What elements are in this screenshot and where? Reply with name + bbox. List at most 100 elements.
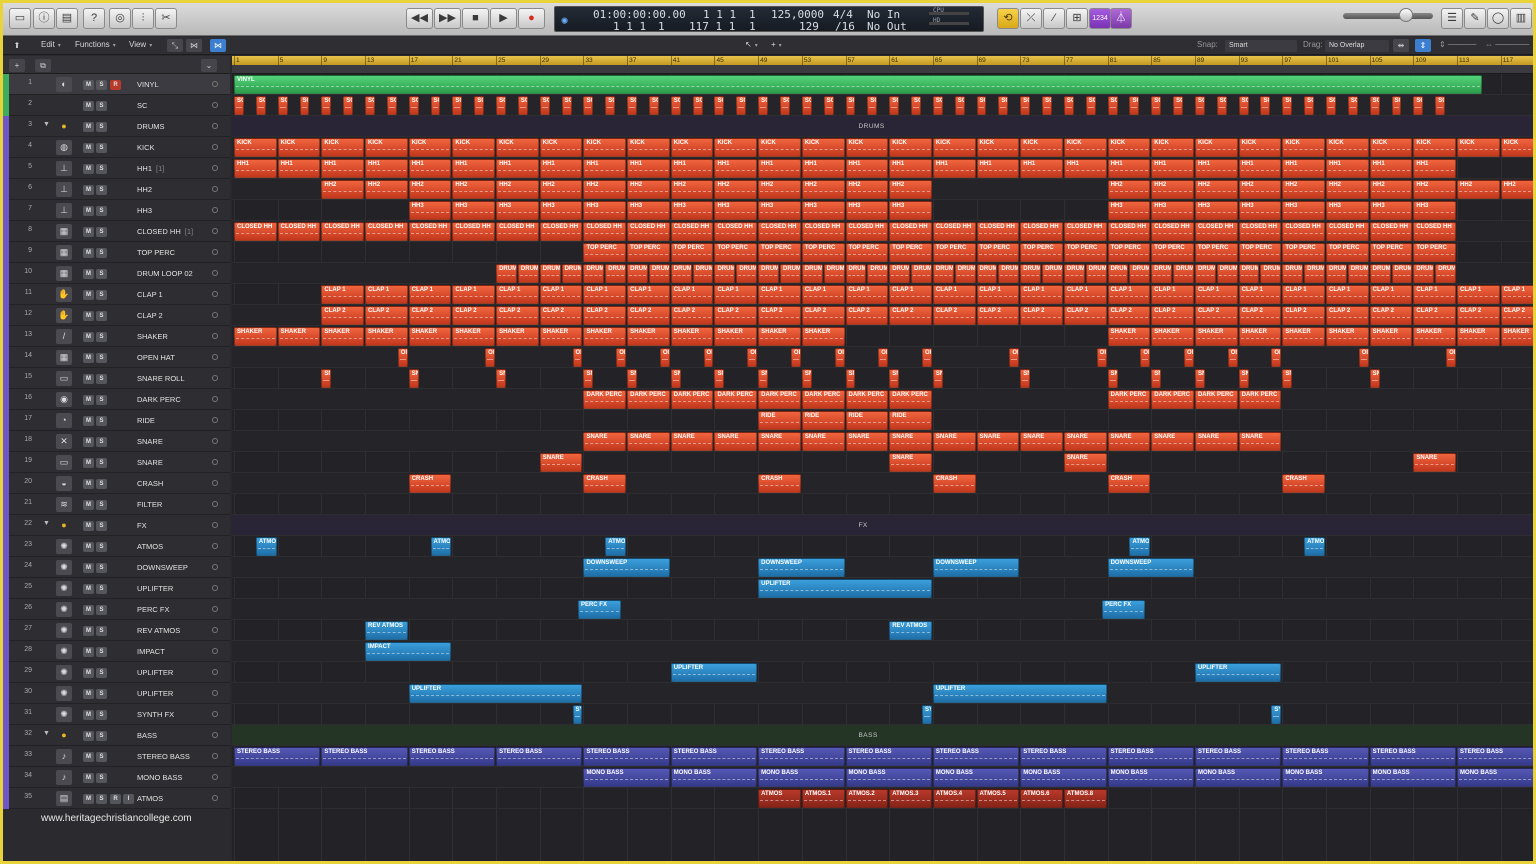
region[interactable]: DRUM bbox=[583, 264, 605, 283]
region[interactable]: ATMOS.2 bbox=[845, 789, 889, 808]
region[interactable]: CLAP 2 bbox=[932, 306, 976, 325]
track-header-20[interactable]: 20 ◒ M S CRASH bbox=[3, 473, 230, 494]
region[interactable]: MONO BASS bbox=[758, 768, 845, 787]
region[interactable]: OI bbox=[1227, 348, 1238, 367]
region[interactable]: DRUM bbox=[889, 264, 911, 283]
region[interactable]: HH2 bbox=[1107, 180, 1151, 199]
region[interactable]: KICK bbox=[1413, 138, 1457, 157]
region[interactable]: SC bbox=[1194, 96, 1205, 115]
region[interactable]: CLOSED HH bbox=[408, 222, 452, 241]
region[interactable]: OI bbox=[1358, 348, 1369, 367]
track-header-24[interactable]: 24 ✺ M S DOWNSWEEP bbox=[3, 557, 230, 578]
region[interactable]: CLAP 1 bbox=[714, 285, 758, 304]
region[interactable]: TOP PERC bbox=[889, 243, 932, 262]
master-volume-knob[interactable] bbox=[1399, 8, 1413, 22]
region[interactable]: DRUM bbox=[714, 264, 736, 283]
region[interactable]: SNARE bbox=[1020, 432, 1063, 451]
region[interactable]: CLOSED HH bbox=[1063, 222, 1107, 241]
track-lane-22[interactable] bbox=[232, 515, 1533, 536]
region[interactable]: KICK bbox=[976, 138, 1020, 157]
region[interactable]: HH2 bbox=[1457, 180, 1500, 199]
region[interactable]: SN bbox=[496, 369, 506, 388]
region[interactable]: DRUM bbox=[801, 264, 823, 283]
region[interactable]: CLOSED HH bbox=[801, 222, 845, 241]
track-header-33[interactable]: 33 ♪ M S STEREO BASS bbox=[3, 746, 230, 767]
region[interactable]: DRUM bbox=[1238, 264, 1260, 283]
region[interactable]: KICK bbox=[321, 138, 365, 157]
region[interactable]: DRUM bbox=[1194, 264, 1216, 283]
mute-button[interactable]: M bbox=[83, 731, 94, 741]
region[interactable]: MONO BASS bbox=[845, 768, 932, 787]
region[interactable]: CLAP 1 bbox=[627, 285, 670, 304]
region[interactable]: STEREO BASS bbox=[1107, 747, 1194, 766]
region[interactable]: DRUM bbox=[1085, 264, 1107, 283]
mute-button[interactable]: M bbox=[83, 668, 94, 678]
track-name[interactable]: FX bbox=[137, 521, 147, 530]
region[interactable]: CLAP 2 bbox=[1020, 306, 1063, 325]
region[interactable]: CLAP 1 bbox=[365, 285, 408, 304]
region[interactable]: CLOSED HH bbox=[1238, 222, 1282, 241]
region[interactable]: DRUM bbox=[954, 264, 976, 283]
track-header-7[interactable]: 7 ⊥ M S HH3 bbox=[3, 200, 230, 221]
region[interactable]: DARK PERC bbox=[1194, 390, 1238, 409]
region[interactable]: HH1 bbox=[1326, 159, 1369, 178]
library-icon[interactable]: ▭ bbox=[9, 8, 31, 29]
track-name[interactable]: DARK PERC bbox=[137, 395, 181, 404]
record-enable-button[interactable]: R bbox=[110, 794, 121, 804]
region[interactable]: CLAP 1 bbox=[1282, 285, 1325, 304]
mute-button[interactable]: M bbox=[83, 689, 94, 699]
track-header-23[interactable]: 23 ✺ M S ATMOS bbox=[3, 536, 230, 557]
region[interactable]: SC bbox=[670, 96, 681, 115]
region[interactable]: DRUM bbox=[1216, 264, 1238, 283]
region[interactable]: HH2 bbox=[1238, 180, 1282, 199]
track-name[interactable]: IMPACT bbox=[137, 647, 165, 656]
region[interactable]: HH1 bbox=[801, 159, 845, 178]
region[interactable]: CRASH bbox=[758, 474, 801, 493]
link-icon[interactable]: ⋈ bbox=[186, 39, 202, 52]
region[interactable]: DRUM bbox=[1326, 264, 1347, 283]
region[interactable]: OI bbox=[703, 348, 714, 367]
region[interactable]: CRASH bbox=[583, 474, 627, 493]
region[interactable]: DARK PERC bbox=[1107, 390, 1151, 409]
track-header-12[interactable]: 12 ✋ M S CLAP 2 bbox=[3, 305, 230, 326]
region[interactable]: DARK PERC bbox=[801, 390, 845, 409]
region[interactable]: SY bbox=[921, 705, 932, 724]
region[interactable]: OI bbox=[921, 348, 932, 367]
mute-button[interactable]: M bbox=[83, 563, 94, 573]
snap-dropdown[interactable]: Smart bbox=[1225, 40, 1297, 52]
region[interactable]: CLAP 2 bbox=[321, 306, 365, 325]
region[interactable]: DARK PERC bbox=[889, 390, 932, 409]
region[interactable]: MONO BASS bbox=[1369, 768, 1457, 787]
region[interactable]: OI bbox=[1096, 348, 1107, 367]
mixer-icon[interactable]: ⫶ bbox=[132, 8, 154, 29]
solo-button[interactable]: S bbox=[96, 689, 107, 699]
solo-button[interactable]: S bbox=[96, 521, 107, 531]
region[interactable]: HH1 bbox=[496, 159, 539, 178]
region[interactable]: HH3 bbox=[1413, 201, 1457, 220]
track-header-28[interactable]: 28 ✺ M S IMPACT bbox=[3, 641, 230, 662]
region[interactable]: DRUM bbox=[648, 264, 670, 283]
region[interactable]: SHAKER bbox=[583, 327, 627, 346]
region[interactable]: TOP PERC bbox=[1369, 243, 1413, 262]
region[interactable]: CLOSED HH bbox=[1282, 222, 1325, 241]
region[interactable]: DRUM bbox=[692, 264, 714, 283]
region[interactable]: HH1 bbox=[889, 159, 932, 178]
region[interactable]: STEREO BASS bbox=[1369, 747, 1457, 766]
track-name[interactable]: OPEN HAT bbox=[137, 353, 175, 362]
region[interactable]: ATMOS bbox=[758, 789, 801, 808]
region[interactable]: SHAKER bbox=[1500, 327, 1533, 346]
region[interactable]: MONO BASS bbox=[1194, 768, 1282, 787]
region[interactable]: HH1 bbox=[1238, 159, 1282, 178]
mute-button[interactable]: M bbox=[83, 353, 94, 363]
solo-button[interactable]: S bbox=[96, 248, 107, 258]
region[interactable]: SHAKER bbox=[758, 327, 801, 346]
region[interactable]: SNARE bbox=[801, 432, 845, 451]
region[interactable]: SN bbox=[1020, 369, 1031, 388]
track-lane-19[interactable] bbox=[232, 452, 1533, 473]
region[interactable]: SC bbox=[1391, 96, 1402, 115]
region[interactable]: HH3 bbox=[714, 201, 758, 220]
region[interactable]: DRUM bbox=[758, 264, 779, 283]
region[interactable]: SN bbox=[1194, 369, 1205, 388]
region[interactable]: STEREO BASS bbox=[234, 747, 321, 766]
track-folder-icon[interactable]: ⧉ bbox=[35, 59, 51, 72]
